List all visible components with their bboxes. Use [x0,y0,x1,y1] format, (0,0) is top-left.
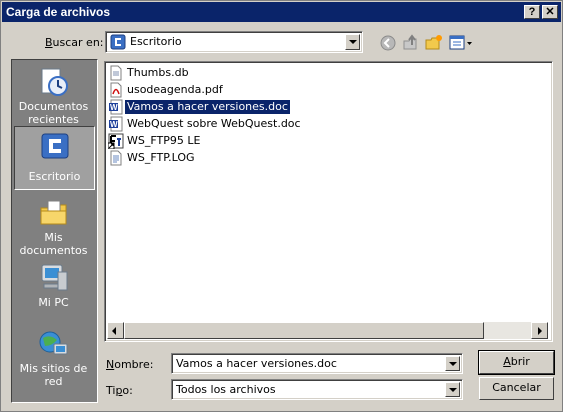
places-bar: Documentos recientes Escritorio Mis docu… [11,59,98,403]
close-icon: ✕ [545,6,555,18]
place-desktop[interactable]: Escritorio [14,126,95,190]
filename-label: Nombre: [106,358,154,371]
my-documents-icon [40,200,67,225]
view-menu-icon[interactable] [448,33,474,53]
pdf-file-icon [110,82,122,98]
place-network[interactable]: Mis sitios de red [14,324,95,388]
window-title: Carga de archivos [6,5,111,19]
filetype-select[interactable]: Todos los archivos [171,379,463,400]
close-button[interactable]: ✕ [542,5,558,19]
filetype-dropdown-button[interactable] [445,382,460,397]
generic-file-icon [110,65,122,81]
scroll-right-button[interactable] [531,322,548,339]
new-folder-icon[interactable] [424,33,444,53]
place-my-computer[interactable]: Mi PC [14,258,95,322]
place-recent-documents[interactable]: Documentos recientes [14,62,95,126]
network-places-icon [39,331,68,355]
desktop-small-icon [110,34,126,50]
file-list[interactable]: Thumbs.db usodeagenda.pdf W Vamos a hace… [104,61,553,342]
svg-text:W: W [110,120,118,129]
open-button[interactable]: Abrir [478,350,555,375]
title-bar[interactable]: Carga de archivos ? ✕ [2,2,561,22]
look-in-label: Buscar en: [45,36,104,49]
help-button[interactable]: ? [524,5,540,19]
look-in-value: Escritorio [130,35,182,48]
horizontal-scrollbar[interactable] [107,322,548,339]
recent-documents-icon [41,68,68,96]
my-computer-icon [41,264,68,291]
desktop-icon [41,133,69,159]
ftp-shortcut-icon [108,133,124,149]
text-file-icon [110,150,122,166]
up-folder-icon[interactable] [401,33,421,53]
word-doc-icon: W [109,99,123,115]
filename-combobox[interactable]: Vamos a hacer versiones.doc [171,353,463,374]
scroll-thumb[interactable] [124,322,484,339]
filename-input-value[interactable]: Vamos a hacer versiones.doc [176,357,337,370]
scroll-left-button[interactable] [107,322,124,339]
place-my-documents[interactable]: Mis documentos [14,193,95,257]
filename-dropdown-button[interactable] [445,356,460,371]
cancel-button[interactable]: Cancelar [479,377,554,400]
back-icon[interactable] [378,33,398,53]
filetype-label: Tipo: [106,384,133,397]
file-upload-dialog: Carga de archivos ? ✕ Buscar en: Escrito… [0,0,563,412]
filetype-value: Todos los archivos [176,383,276,396]
svg-text:W: W [110,103,118,112]
look-in-dropdown-button[interactable] [345,34,360,50]
word-doc-icon: W [109,116,123,132]
look-in-combobox[interactable]: Escritorio [105,31,363,53]
